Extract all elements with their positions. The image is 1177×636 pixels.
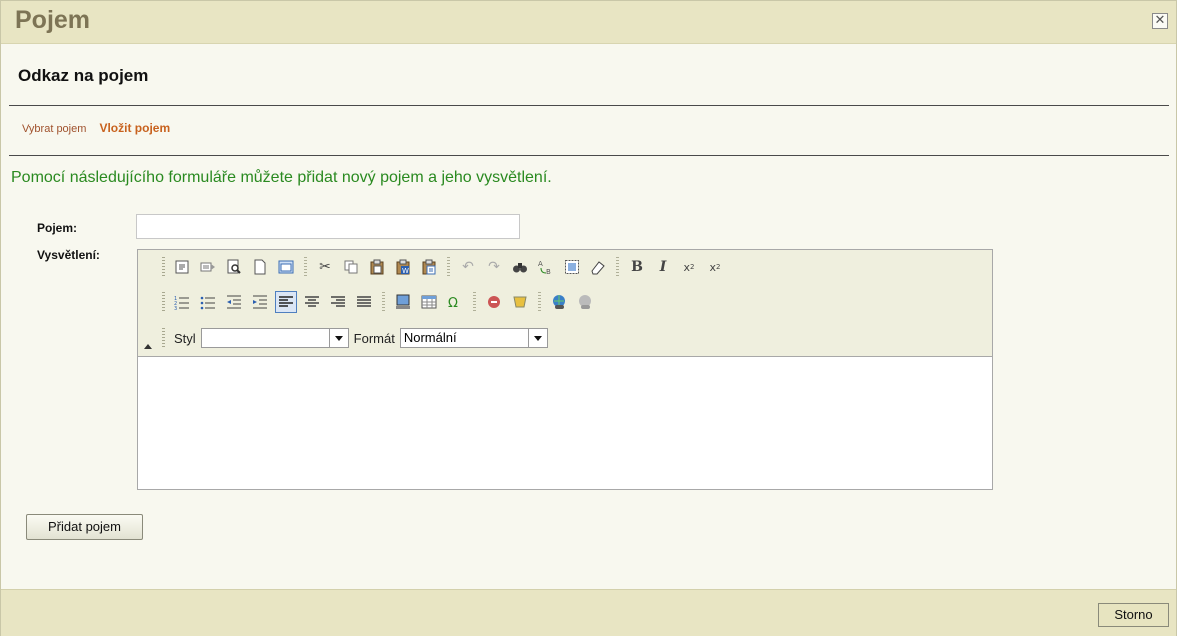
find-icon[interactable] <box>509 256 531 278</box>
tab-select-term[interactable]: Vybrat pojem <box>22 123 86 135</box>
paste-text-icon[interactable] <box>418 256 440 278</box>
dialog-title: Pojem <box>15 6 91 34</box>
dialog-content: Odkaz na pojem Vybrat pojem Vložit pojem… <box>1 44 1176 589</box>
tab-insert-term[interactable]: Vložit pojem <box>99 121 170 135</box>
toolbar-separator <box>382 292 385 312</box>
svg-text:B: B <box>546 268 551 275</box>
align-center-icon[interactable] <box>301 291 323 313</box>
align-right-icon[interactable] <box>327 291 349 313</box>
pojem-input[interactable] <box>136 214 520 239</box>
style-select[interactable] <box>200 328 349 348</box>
toolbar-grip <box>162 328 165 348</box>
source-icon[interactable] <box>171 256 193 278</box>
svg-text:A: A <box>538 260 543 268</box>
new-page-icon[interactable] <box>249 256 271 278</box>
divider <box>9 155 1169 156</box>
table-icon[interactable] <box>418 291 440 313</box>
dialog-titlebar: Pojem ✕ <box>1 1 1176 44</box>
anchor-icon[interactable] <box>509 291 531 313</box>
align-left-icon[interactable] <box>275 291 297 313</box>
editor-content-area[interactable] <box>138 357 992 489</box>
toolbar-separator <box>304 257 307 277</box>
close-icon[interactable]: ✕ <box>1152 13 1168 29</box>
special-char-icon[interactable]: Ω <box>444 291 466 313</box>
svg-text:3: 3 <box>174 306 177 310</box>
copy-icon[interactable] <box>340 256 362 278</box>
undo-icon[interactable]: ↶ <box>457 256 479 278</box>
svg-text:Ω: Ω <box>448 296 458 310</box>
format-select-value: Normální <box>403 330 457 345</box>
divider <box>9 105 1169 106</box>
toolbar-grip <box>162 292 165 312</box>
flash-icon[interactable] <box>483 291 505 313</box>
redo-icon[interactable]: ↷ <box>483 256 505 278</box>
toolbar-separator <box>538 292 541 312</box>
remove-format-icon[interactable] <box>587 256 609 278</box>
unordered-list-icon[interactable] <box>197 291 219 313</box>
style-label: Styl <box>174 330 196 346</box>
panel-heading: Odkaz na pojem <box>18 66 149 85</box>
vysvetleni-label: Vysvětlení: <box>37 248 100 262</box>
maximize-icon[interactable] <box>275 256 297 278</box>
bold-icon[interactable]: B <box>626 256 648 278</box>
replace-icon[interactable]: AB <box>535 256 557 278</box>
justify-icon[interactable] <box>353 291 375 313</box>
dialog: Pojem ✕ Odkaz na pojem Vybrat pojem Vlož… <box>0 0 1177 636</box>
intro-text: Pomocí následujícího formuláře můžete př… <box>11 169 552 186</box>
select-all-icon[interactable] <box>561 256 583 278</box>
collapse-toolbar-icon[interactable] <box>144 344 152 349</box>
svg-text:W: W <box>402 267 409 275</box>
rich-text-editor: ✂ W ↶ ↷ AB B I x2 x2 1 2 3 Ω Styl Formát… <box>137 249 993 490</box>
cut-icon[interactable]: ✂ <box>314 256 336 278</box>
toolbar-separator <box>473 292 476 312</box>
template-icon[interactable] <box>197 256 219 278</box>
toolbar-row-3: Styl Formát Normální <box>158 326 548 350</box>
add-term-button[interactable]: Přidat pojem <box>26 514 143 540</box>
preview-icon[interactable] <box>223 256 245 278</box>
subscript-icon[interactable]: x2 <box>678 256 700 278</box>
paste-icon[interactable] <box>366 256 388 278</box>
toolbar-row-2: 123 Ω <box>158 290 598 314</box>
paste-word-icon[interactable]: W <box>392 256 414 278</box>
link-icon[interactable] <box>548 291 570 313</box>
cancel-button[interactable]: Storno <box>1098 603 1169 627</box>
pojem-label: Pojem: <box>37 221 78 235</box>
chevron-down-icon[interactable] <box>328 329 348 347</box>
superscript-icon[interactable]: x2 <box>704 256 726 278</box>
italic-icon[interactable]: I <box>652 256 674 278</box>
outdent-icon[interactable] <box>223 291 245 313</box>
format-label: Formát <box>353 330 395 346</box>
toolbar-row-1: ✂ W ↶ ↷ AB B I x2 x2 <box>158 255 728 279</box>
format-select[interactable]: Normální <box>399 328 548 348</box>
editor-toolbar: ✂ W ↶ ↷ AB B I x2 x2 1 2 3 Ω Styl Formát… <box>138 250 992 357</box>
dialog-footer: Storno <box>1 589 1176 636</box>
toolbar-separator <box>447 257 450 277</box>
toolbar-separator <box>616 257 619 277</box>
ordered-list-icon[interactable]: 123 <box>171 291 193 313</box>
toolbar-grip <box>162 257 165 277</box>
unlink-icon[interactable] <box>574 291 596 313</box>
indent-icon[interactable] <box>249 291 271 313</box>
chevron-down-icon[interactable] <box>527 329 547 347</box>
style-select-value <box>202 329 329 347</box>
tab-bar: Vybrat pojem Vložit pojem <box>22 121 170 135</box>
image-icon[interactable] <box>392 291 414 313</box>
